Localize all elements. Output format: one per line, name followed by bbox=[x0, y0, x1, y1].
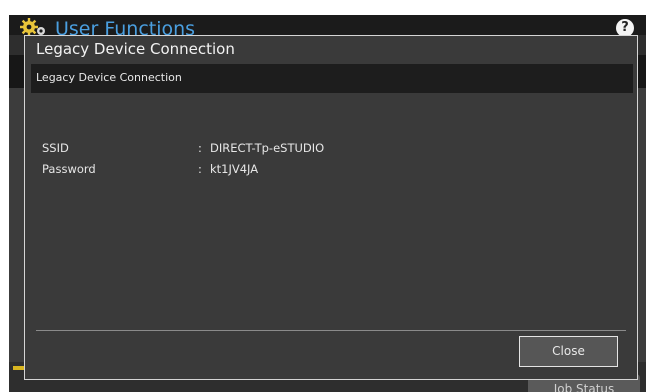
app-header: User Functions ? bbox=[9, 15, 646, 40]
gear-icon bbox=[20, 18, 45, 36]
ssid-label: SSID bbox=[42, 141, 69, 155]
password-value: kt1JV4JA bbox=[210, 162, 259, 176]
ssid-row: SSID : DIRECT-Tp-eSTUDIO bbox=[42, 140, 442, 156]
dialog-divider bbox=[36, 330, 626, 331]
legacy-device-connection-dialog: Legacy Device Connection Legacy Device C… bbox=[24, 35, 638, 380]
password-separator: : bbox=[198, 162, 202, 176]
password-row: Password : kt1JV4JA bbox=[42, 161, 442, 177]
dialog-subtitle: Legacy Device Connection bbox=[36, 71, 182, 84]
ssid-value: DIRECT-Tp-eSTUDIO bbox=[210, 141, 325, 155]
close-button[interactable]: Close bbox=[519, 336, 618, 367]
dialog-subtitle-bar: Legacy Device Connection bbox=[31, 64, 633, 93]
dialog-title: Legacy Device Connection bbox=[36, 40, 235, 58]
ssid-separator: : bbox=[198, 141, 202, 155]
password-label: Password bbox=[42, 162, 96, 176]
